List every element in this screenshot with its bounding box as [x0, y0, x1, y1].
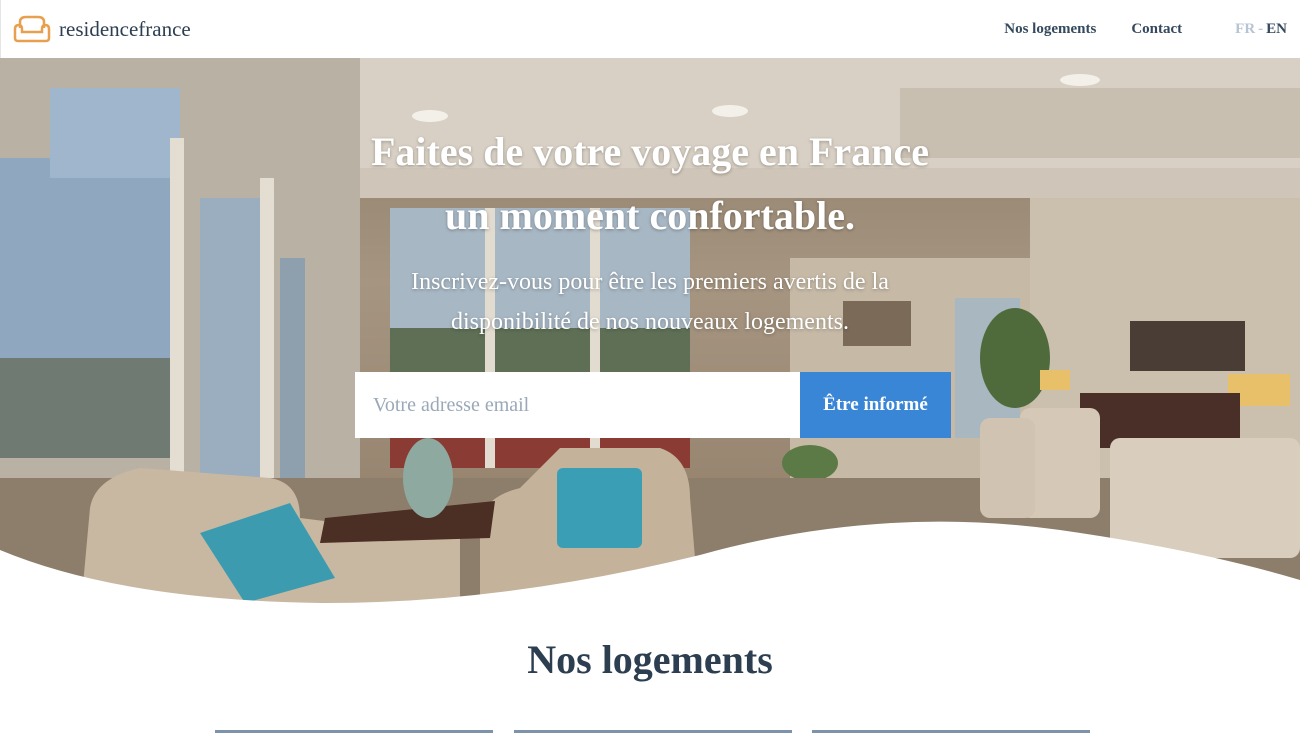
brand-logo[interactable]: residencefrance	[12, 14, 191, 44]
signup-form: Être informé	[355, 372, 951, 438]
hero-subtitle-line-1: Inscrivez-vous pour être les premiers av…	[411, 269, 889, 295]
sofa-icon	[13, 15, 51, 43]
wave-divider	[0, 521, 1300, 620]
brand-name: residencefrance	[59, 16, 191, 41]
lang-en-link[interactable]: EN	[1266, 21, 1287, 37]
site-header: residencefrance Nos logements Contact FR…	[0, 0, 1300, 58]
section-title: Nos logements	[527, 637, 773, 682]
notify-button[interactable]: Être informé	[800, 372, 951, 438]
hero-title: Faites de votre voyage en France un mome…	[0, 120, 1300, 248]
hero-subtitle-line-2: disponibilité de nos nouveaux logements.	[451, 309, 849, 335]
hero-subtitle: Inscrivez-vous pour être les premiers av…	[0, 262, 1300, 342]
main-nav: Nos logements Contact FR - EN	[1004, 0, 1300, 58]
nav-link-logements[interactable]: Nos logements	[1004, 21, 1096, 38]
hero-title-line-1: Faites de votre voyage en France	[371, 129, 929, 174]
nav-link-contact[interactable]: Contact	[1131, 21, 1182, 38]
lang-fr-link[interactable]: FR	[1235, 21, 1255, 37]
hero-title-line-2: un moment confortable.	[445, 193, 855, 238]
email-input[interactable]	[355, 372, 800, 438]
lang-separator: -	[1258, 20, 1264, 37]
language-switcher: FR - EN	[1235, 21, 1287, 38]
